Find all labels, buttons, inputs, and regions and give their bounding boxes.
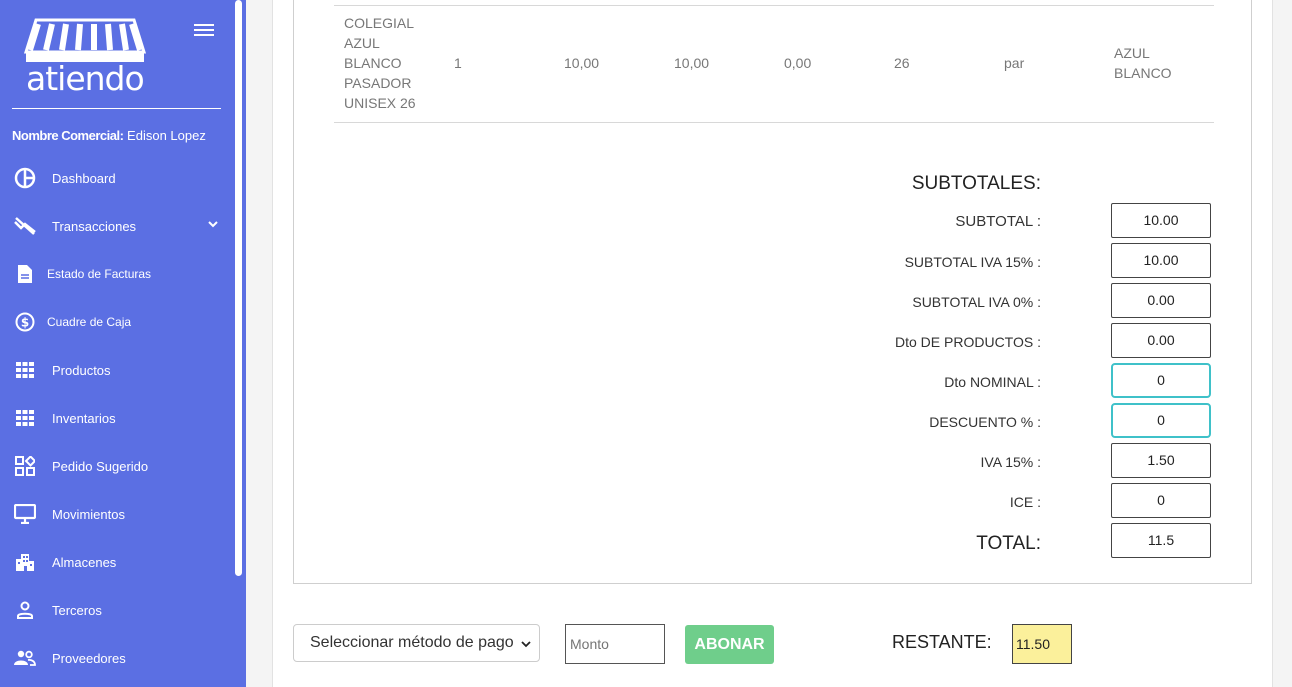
sidebar-item-estado-facturas[interactable]: Estado de Facturas — [0, 250, 235, 298]
sidebar-item-productos[interactable]: Productos — [0, 346, 235, 394]
iva15-field[interactable]: 1.50 — [1111, 443, 1211, 478]
restante-label: RESTANTE: — [892, 632, 992, 652]
sidebar-divider — [12, 108, 221, 109]
dto-productos-field[interactable]: 0.00 — [1111, 323, 1211, 358]
table-row-divider — [334, 5, 1214, 6]
sidebar-item-label: Transacciones — [52, 218, 137, 234]
pie-chart-icon — [13, 166, 37, 190]
monto-input[interactable] — [565, 624, 665, 664]
sidebar-item-label: Proveedores — [52, 650, 126, 666]
ice-field[interactable]: 0 — [1111, 483, 1211, 518]
merchant-info: Nombre Comercial: Edison Lopez — [12, 128, 206, 143]
sidebar-item-label: Estado de Facturas — [47, 267, 152, 281]
svg-text:$: $ — [21, 316, 29, 330]
iva15-label: IVA 15% : — [980, 454, 1041, 470]
payment-method-value: Seleccionar método de pago — [310, 634, 514, 651]
cell-description: COLEGIAL AZUL BLANCO PASADOR UNISEX 26 — [344, 15, 416, 111]
dto-nominal-input[interactable]: 0 — [1111, 363, 1211, 398]
grid-icon — [13, 358, 37, 382]
sidebar-item-label: Movimientos — [52, 506, 125, 522]
subtotals-title: SUBTOTALES: — [911, 173, 1041, 194]
sidebar-item-terceros[interactable]: Terceros — [0, 586, 235, 634]
sidebar-item-cuadre-caja[interactable]: $ Cuadre de Caja — [0, 298, 235, 346]
merchant-label: Nombre Comercial: — [12, 128, 124, 143]
subtotal-iva15-label: SUBTOTAL IVA 15% : — [904, 254, 1041, 270]
sidebar-item-dashboard[interactable]: Dashboard — [0, 154, 235, 202]
descuento-input[interactable]: 0 — [1111, 403, 1211, 438]
widgets-icon — [13, 454, 37, 478]
ice-label: ICE : — [1009, 494, 1041, 510]
sidebar-item-label: Cuadre de Caja — [47, 315, 132, 329]
sidebar-item-label: Terceros — [52, 602, 102, 618]
table-row-divider — [334, 122, 1214, 123]
total-label: TOTAL: — [976, 533, 1041, 554]
chevron-down-icon — [208, 221, 218, 228]
total-field[interactable]: 11.5 — [1111, 523, 1211, 558]
abonar-button[interactable]: ABONAR — [685, 625, 774, 664]
grid-icon — [13, 406, 37, 430]
sidebar-item-proveedores[interactable]: Proveedores — [0, 634, 235, 682]
sidebar-item-label: Pedido Sugerido — [52, 458, 149, 474]
sidebar: atiendo Nombre Comercial: Edison Lopez D… — [0, 0, 246, 687]
sidebar-item-inventarios[interactable]: Inventarios — [0, 394, 235, 442]
descuento-label: DESCUENTO % : — [929, 414, 1041, 430]
sidebar-item-label: Almacenes — [52, 554, 117, 570]
document-icon — [13, 262, 37, 286]
cell-subtotal: 10,00 — [674, 55, 710, 71]
cell-color: AZUL BLANCO — [1114, 45, 1172, 81]
sidebar-item-movimientos[interactable]: Movimientos — [0, 490, 235, 538]
no-transactions-icon — [13, 214, 37, 238]
cell-quantity: 1 — [454, 55, 462, 71]
merchant-name: Edison Lopez — [127, 128, 206, 143]
invoice-detail-panel — [293, 0, 1252, 584]
logo-text: atiendo — [26, 59, 145, 98]
subtotal-iva0-field[interactable]: 0.00 — [1111, 283, 1211, 318]
sidebar-scrollbar[interactable] — [235, 0, 242, 576]
sidebar-item-label: Dashboard — [52, 170, 116, 186]
payment-method-select[interactable]: Seleccionar método de pago — [293, 624, 540, 662]
subtotal-field[interactable]: 10.00 — [1111, 203, 1211, 238]
menu-toggle-icon[interactable] — [194, 24, 214, 38]
dto-productos-label: Dto DE PRODUCTOS : — [895, 334, 1041, 350]
subtotal-label: SUBTOTAL : — [955, 213, 1041, 230]
sidebar-item-label: Productos — [52, 362, 111, 378]
people-icon — [13, 646, 37, 670]
dollar-circle-icon: $ — [13, 310, 37, 334]
monitor-icon — [13, 502, 37, 526]
subtotal-iva0-label: SUBTOTAL IVA 0% : — [912, 294, 1041, 310]
chevron-down-icon — [521, 641, 531, 648]
sidebar-item-transacciones[interactable]: Transacciones — [0, 202, 235, 250]
dto-nominal-label: Dto NOMINAL : — [944, 374, 1041, 390]
cell-price: 10,00 — [564, 55, 600, 71]
person-icon — [13, 598, 37, 622]
buildings-icon — [13, 550, 37, 574]
sidebar-item-pedido-sugerido[interactable]: Pedido Sugerido — [0, 442, 235, 490]
restante-value: 11.50 — [1012, 624, 1072, 664]
sidebar-item-almacenes[interactable]: Almacenes — [0, 538, 235, 586]
sidebar-item-label: Inventarios — [52, 410, 116, 426]
cell-discount: 0,00 — [784, 55, 812, 71]
cell-unit: par — [1004, 55, 1025, 71]
cell-size: 26 — [894, 55, 910, 71]
subtotal-iva15-field[interactable]: 10.00 — [1111, 243, 1211, 278]
